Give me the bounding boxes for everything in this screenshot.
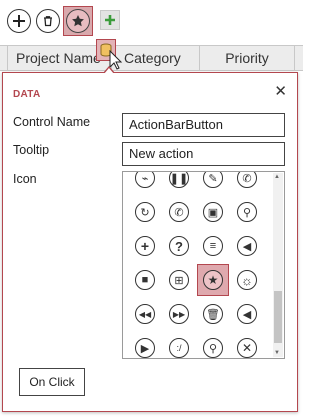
popup-title: DATA	[13, 89, 41, 100]
icon-picker[interactable]: ⌁ ❚❚ ✎ ✆ ↻ ✆ ▣ ⚲ + ? ≡ ◀ ■ ⊞ ★ ☼ ◀◀ ▶▶ 🗑…	[122, 171, 285, 359]
plus-icon	[13, 15, 25, 27]
trash-icon	[44, 16, 52, 27]
icon-label: Icon	[13, 172, 37, 186]
play-icon[interactable]: ▶	[129, 332, 161, 358]
icon-picker-scrollbar[interactable]: ▲ ▼	[273, 173, 283, 357]
phone-add-icon[interactable]: ✆	[163, 196, 195, 228]
column-header-priority[interactable]: Priority	[200, 46, 295, 70]
scroll-up-icon[interactable]: ▲	[274, 174, 280, 180]
close-icon[interactable]: ✕	[274, 82, 287, 100]
skip-forward-icon[interactable]: ▶▶	[163, 298, 195, 330]
paperclip-icon[interactable]: ⌁	[129, 172, 161, 194]
control-name-field[interactable]: ActionBarButton	[122, 113, 285, 137]
popup-arrow-inner	[104, 68, 114, 74]
star-icon[interactable]: ★	[197, 264, 229, 296]
speaker-icon[interactable]: ◀	[231, 230, 263, 262]
x-icon[interactable]: ✕	[231, 332, 263, 358]
speech-bubble-icon[interactable]: ■	[129, 264, 161, 296]
tooltip-field[interactable]: New action	[122, 142, 285, 166]
photo-icon[interactable]: ▣	[197, 196, 229, 228]
phone-arrows-icon[interactable]: ↻	[129, 196, 161, 228]
pin-icon[interactable]: ⚲	[231, 196, 263, 228]
star-action-button-selected[interactable]	[63, 6, 93, 36]
phone-icon[interactable]: ✆	[231, 172, 263, 194]
column-header-category[interactable]: Category	[112, 46, 200, 70]
star-action-button[interactable]	[66, 9, 90, 33]
pencil-icon[interactable]: ✎	[197, 172, 229, 194]
tooltip-label: Tooltip	[13, 143, 50, 157]
question-icon[interactable]: ?	[163, 230, 195, 262]
speech-plus-icon[interactable]: ⊞	[163, 264, 195, 296]
on-click-button[interactable]: On Click	[19, 368, 85, 396]
triangle-left-icon[interactable]: ◀	[231, 298, 263, 330]
slash-icon[interactable]: :/	[163, 332, 195, 358]
pause-icon[interactable]: ❚❚	[163, 172, 195, 194]
skip-back-icon[interactable]: ◀◀	[129, 298, 161, 330]
run-icon[interactable]: ≡	[197, 230, 229, 262]
walk-icon[interactable]: ⚲	[197, 332, 229, 358]
add-action-button[interactable]	[7, 9, 31, 33]
scrollbar-thumb[interactable]	[274, 291, 282, 343]
control-name-label: Control Name	[13, 115, 91, 129]
green-plus-icon	[105, 15, 115, 25]
new-action-button[interactable]	[100, 10, 120, 30]
scroll-down-icon[interactable]: ▼	[274, 350, 280, 356]
data-properties-popup: DATA ✕ Control Name ActionBarButton Tool…	[2, 72, 298, 412]
trash-icon[interactable]: 🗑︎	[197, 298, 229, 330]
delete-action-button[interactable]	[36, 9, 60, 33]
star-icon	[72, 15, 84, 27]
sun-icon[interactable]: ☼	[231, 264, 263, 296]
table-header-row: Project Name Category Priority	[0, 45, 303, 71]
plus-icon[interactable]: +	[129, 230, 161, 262]
